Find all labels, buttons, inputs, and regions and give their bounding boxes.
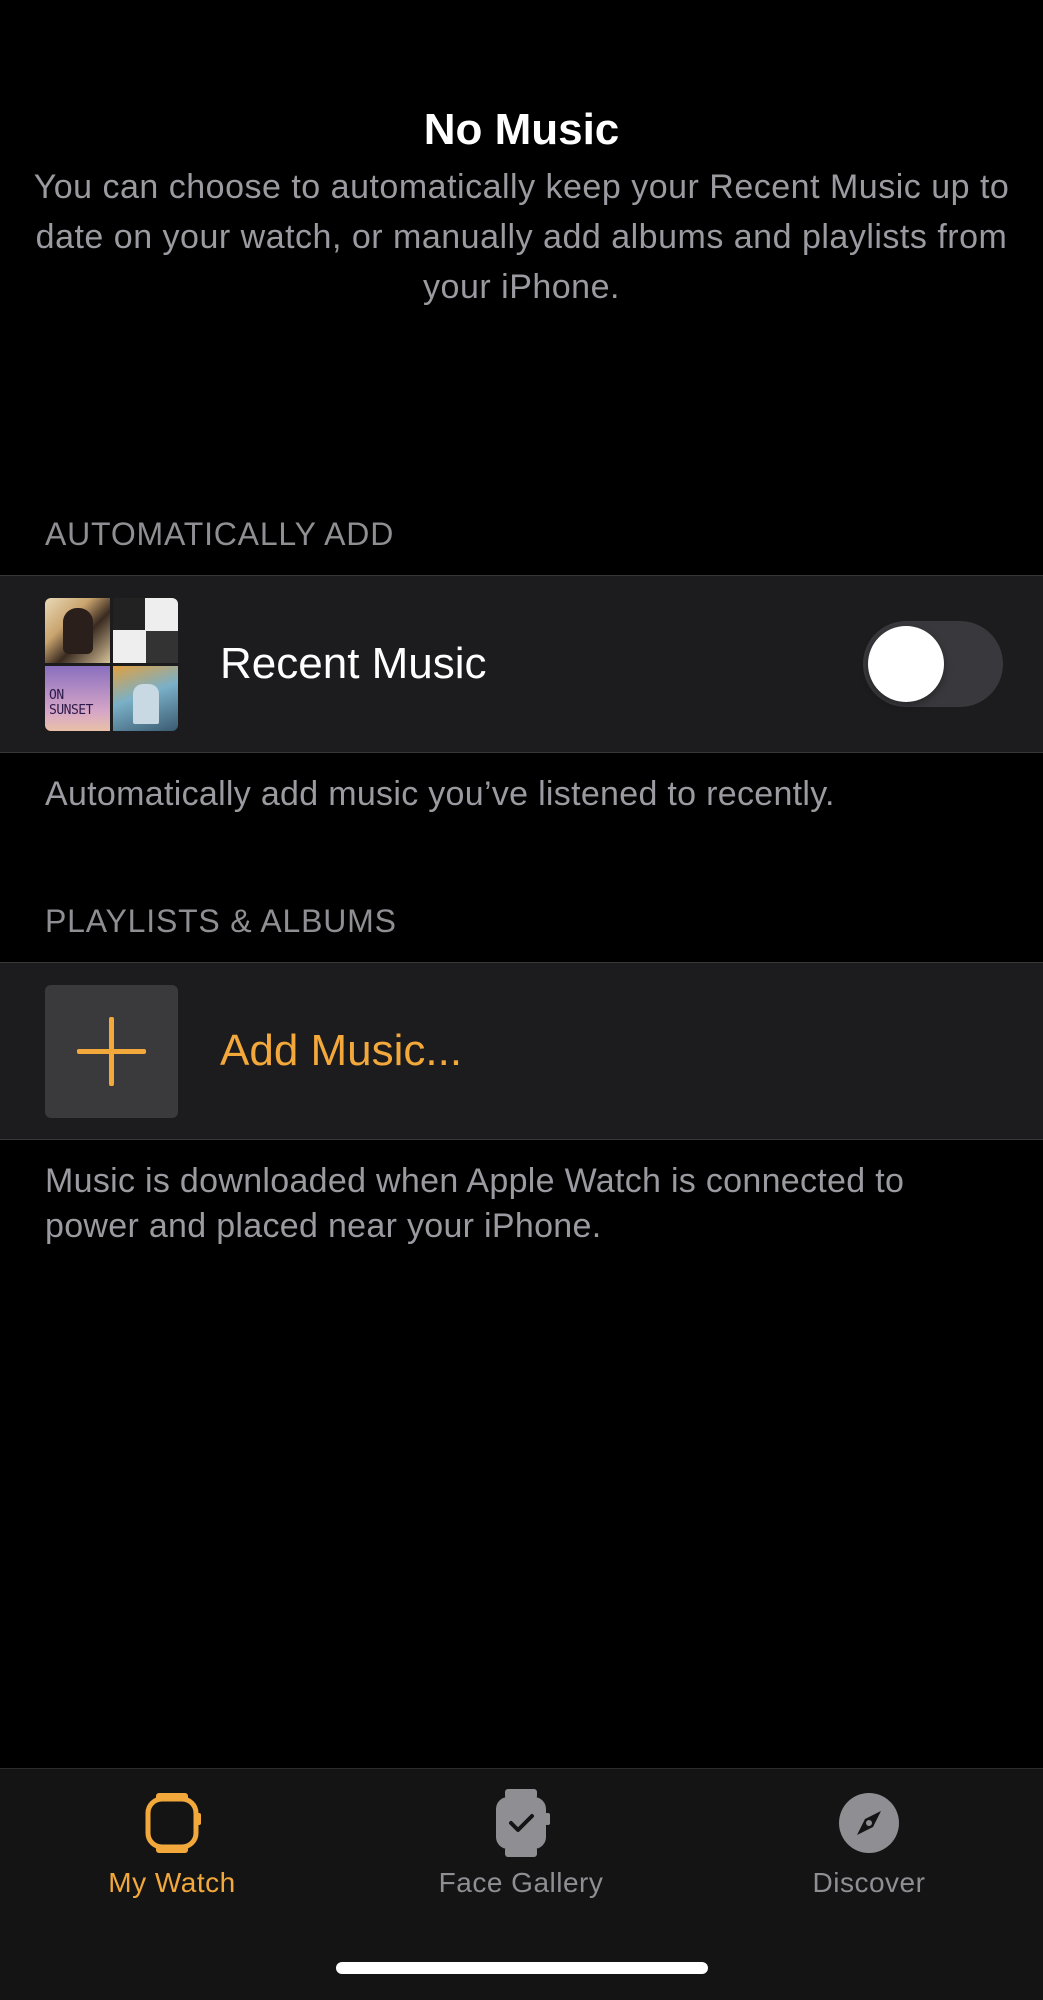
watch-face-icon xyxy=(496,1789,550,1857)
compass-icon xyxy=(839,1793,899,1853)
section-label-playlists-albums: PLAYLISTS & ALBUMS xyxy=(45,903,397,939)
watch-icon xyxy=(145,1793,201,1853)
recent-music-toggle[interactable] xyxy=(863,621,1003,707)
album-art-3: ON SUNSET xyxy=(45,666,110,731)
tab-label-my-watch: My Watch xyxy=(108,1867,236,1898)
recent-music-label: Recent Music xyxy=(220,639,487,688)
add-music-button[interactable]: Add Music... xyxy=(220,963,462,1139)
empty-state-header: No Music You can choose to automatically… xyxy=(0,100,1043,312)
home-indicator[interactable] xyxy=(336,1962,708,1974)
page-description: You can choose to automatically keep you… xyxy=(33,168,1010,306)
tab-discover[interactable]: Discover xyxy=(739,1787,999,1899)
recent-music-footnote: Automatically add music you’ve listened … xyxy=(45,775,835,813)
tab-my-watch[interactable]: My Watch xyxy=(42,1787,302,1899)
tab-face-gallery[interactable]: Face Gallery xyxy=(391,1787,651,1899)
download-footnote: Music is downloaded when Apple Watch is … xyxy=(45,1162,905,1245)
album-art-1 xyxy=(45,598,110,663)
toggle-knob xyxy=(868,626,944,702)
add-music-row[interactable]: Add Music... xyxy=(0,962,1043,1140)
section-label-automatically-add: AUTOMATICALLY ADD xyxy=(45,516,395,552)
album-art-4 xyxy=(113,666,178,731)
tab-label-discover: Discover xyxy=(812,1867,926,1898)
page-title: No Music xyxy=(423,105,620,154)
album-art-2 xyxy=(113,598,178,663)
plus-icon xyxy=(77,1017,146,1086)
recent-music-row: ON SUNSET Recent Music xyxy=(0,575,1043,753)
tab-label-face-gallery: Face Gallery xyxy=(438,1867,604,1898)
recent-music-artwork: ON SUNSET xyxy=(45,598,178,731)
add-music-icon-box xyxy=(45,985,178,1118)
